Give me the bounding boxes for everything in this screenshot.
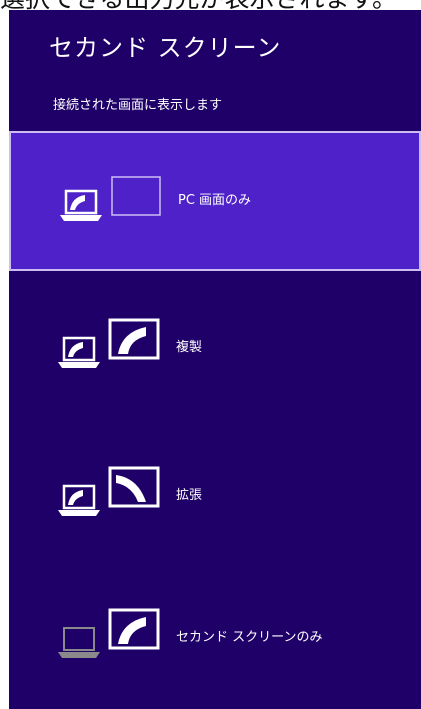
duplicate-icon [58, 316, 168, 380]
option-extend[interactable]: 拡張 [9, 428, 421, 568]
option-duplicate[interactable]: 複製 [9, 280, 421, 420]
extend-icon [58, 464, 168, 528]
option-pc-screen-only[interactable]: PC 画面のみ [9, 131, 421, 271]
option-label: 拡張 [176, 488, 203, 503]
panel-title: セカンド スクリーン [49, 34, 282, 62]
pc-screen-only-icon [60, 173, 170, 237]
panel-subtitle: 接続された画面に表示します [53, 98, 223, 113]
second-screen-only-icon [58, 606, 168, 670]
option-label: 複製 [176, 340, 203, 355]
option-second-screen-only[interactable]: セカンド スクリーンのみ [9, 570, 421, 709]
second-screen-panel: セカンド スクリーン 接続された画面に表示します PC 画面のみ 複製 拡張 セ… [9, 10, 421, 709]
option-label: PC 画面のみ [178, 193, 252, 208]
option-label: セカンド スクリーンのみ [176, 630, 323, 645]
